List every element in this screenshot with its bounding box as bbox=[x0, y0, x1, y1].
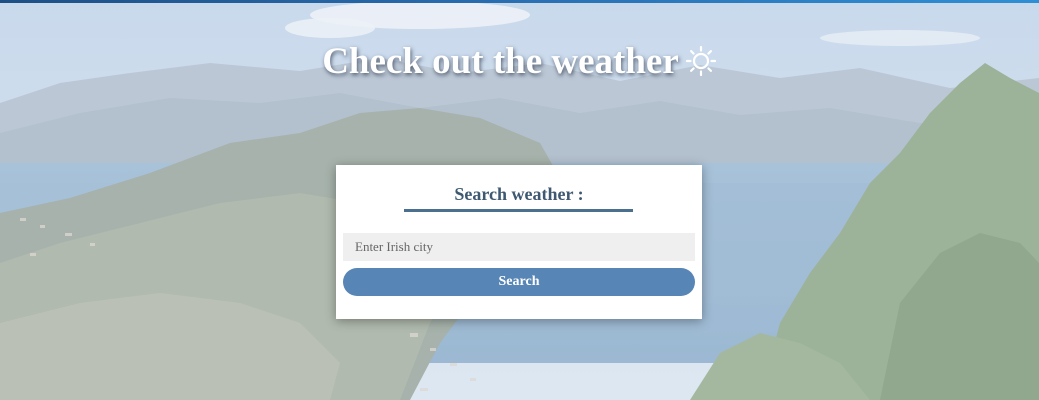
search-button[interactable]: Search bbox=[343, 268, 695, 296]
search-card: Search weather : Search bbox=[336, 165, 702, 319]
page-title: Check out the weather bbox=[0, 40, 1039, 87]
page-title-text: Check out the weather bbox=[322, 41, 679, 82]
sun-icon bbox=[685, 44, 717, 87]
heading-underline bbox=[404, 209, 633, 212]
top-accent-bar bbox=[0, 0, 1039, 3]
search-card-heading: Search weather : bbox=[454, 184, 584, 204]
city-search-input[interactable] bbox=[343, 233, 695, 261]
